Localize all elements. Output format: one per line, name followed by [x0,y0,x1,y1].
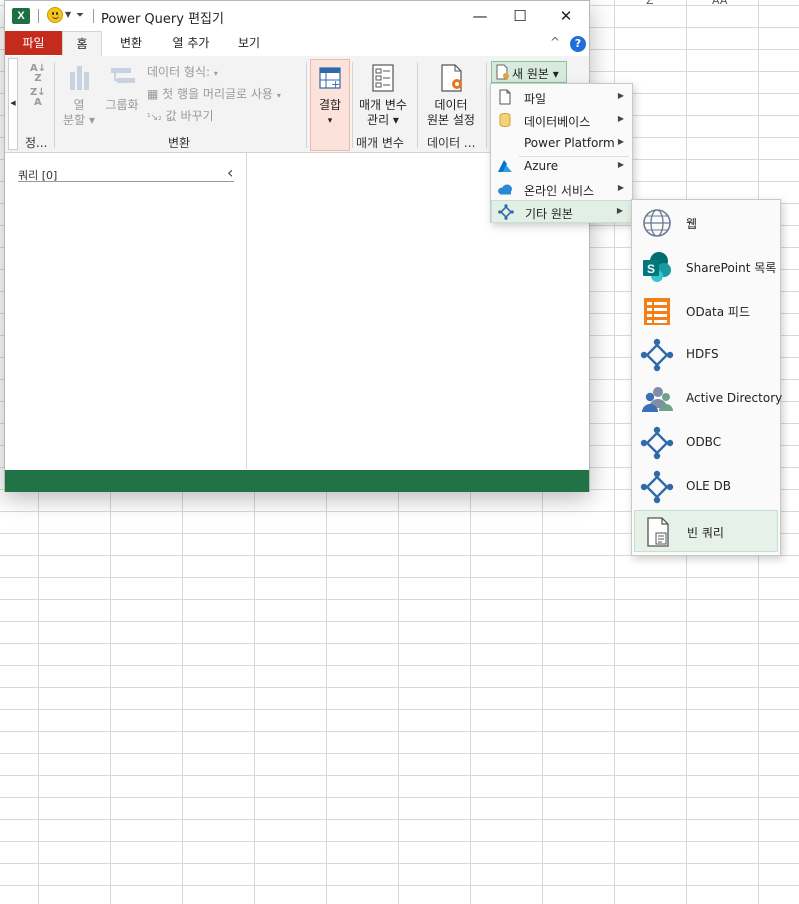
group-separator [306,62,307,148]
sort-ascending-icon: A↓ Z [30,63,47,84]
help-icon[interactable]: ? [570,36,586,52]
sort-group-label: 정... [25,136,48,150]
maximize-button[interactable]: ☐ [505,5,535,27]
tab-view[interactable]: 보기 [229,31,269,56]
data-source-settings-icon [441,64,462,92]
title-separator [38,9,39,23]
submenu-item-hdfs[interactable]: HDFS [634,334,778,376]
new-source-icon [496,64,509,80]
group-separator [54,62,55,148]
ribbon-scroll-left-button[interactable]: ◀ [8,58,18,150]
connector-icon [498,204,514,220]
data-source-settings-button[interactable]: 데이터 원본 설정 [421,62,481,128]
svg-text:+: + [331,78,340,91]
sharepoint-icon: S [643,252,671,282]
submenu-item-odata-feed[interactable]: OData 피드 [634,290,778,332]
combine-caret-icon: ▾ [327,116,333,126]
feedback-caret-icon[interactable]: ▼ [65,10,71,19]
manage-parameters-button[interactable]: 매개 변수 관리 ▾ [355,62,411,128]
manage-parameters-icon [372,64,394,92]
split-column-icon [70,66,89,90]
transform-group-label: 변환 [168,136,191,150]
feedback-smiley-icon[interactable] [47,7,63,23]
group-by-button[interactable]: 그룹화 [101,62,143,113]
other-sources-submenu: 웹 S SharePoint 목록 OData 피드 HDFS Active D… [631,199,782,556]
collapse-ribbon-icon[interactable]: ^ [550,35,560,49]
tab-home[interactable]: 홈 [62,31,102,56]
table-headers-icon: ▦ [147,87,159,101]
new-source-menu: 파일 ▶ 데이터베이스 ▶ Power Platform ▶ Azure ▶ 온라인 서… [490,83,633,223]
submenu-item-odbc[interactable]: ODBC [634,422,778,464]
blank-query-icon [647,517,669,547]
menu-item-online-services[interactable]: 온라인 서비스 ▶ [491,178,632,201]
power-query-window: X ▼ ⏷ Power Query 편집기 — ☐ ✕ 파일 홈 변환 열 추가… [4,0,590,492]
menu-item-power-platform[interactable]: Power Platform ▶ [491,132,632,155]
column-header-z[interactable]: Z [646,0,654,7]
split-column-button[interactable]: 열 분할 ▾ [62,62,96,128]
oledb-icon [640,470,674,504]
window-title: Power Query 편집기 [101,12,224,27]
parameters-group-label: 매개 변수 [356,136,404,150]
azure-icon [498,160,512,172]
combine-label: 결합 [318,98,342,112]
quick-access-customize-icon[interactable]: ⏷ [76,10,84,21]
new-source-button[interactable]: 새 원본 ▾ [491,61,567,83]
replace-values-button[interactable]: ¹↘₂ 값 바꾸기 [147,107,214,124]
menu-item-database[interactable]: 데이터베이스 ▶ [491,109,632,132]
hdfs-icon [640,338,674,372]
ribbon-tab-bar: 파일 홈 변환 열 추가 보기 ^ ? [5,31,589,56]
replace-values-icon: ¹↘₂ [147,113,162,123]
column-header-aa[interactable]: AA [712,0,727,7]
database-icon [499,113,511,127]
cloud-icon [498,184,512,195]
group-separator [417,62,418,148]
title-separator [93,9,94,23]
file-icon [499,89,511,105]
group-separator [486,62,487,148]
queries-pane: 쿼리 [0] ‹ [5,153,247,469]
active-directory-icon [642,387,673,412]
sort-descending-icon: Z↓ A [30,87,46,108]
collapse-queries-pane-icon[interactable]: ‹ [227,163,233,182]
data-type-dropdown[interactable]: 데이터 형식: ▾ [147,63,218,80]
menu-item-file[interactable]: 파일 ▶ [491,86,632,109]
menu-item-azure[interactable]: Azure ▶ [491,155,632,178]
combine-icon: + [319,67,341,91]
submenu-item-ole-db[interactable]: OLE DB [634,466,778,508]
queries-divider [18,181,234,182]
submenu-item-web[interactable]: 웹 [634,202,778,244]
data-source-group-label: 데이터 ... [427,136,476,150]
tab-transform[interactable]: 변환 [111,31,151,56]
combine-button[interactable]: + 결합 ▾ [310,59,350,151]
group-by-icon [111,68,135,83]
menu-item-other-sources[interactable]: 기타 원본 ▶ [491,200,632,223]
globe-icon [643,209,671,237]
odbc-icon [640,426,674,460]
title-bar: X ▼ ⏷ Power Query 편집기 — ☐ ✕ [5,1,589,31]
close-button[interactable]: ✕ [551,5,581,27]
submenu-item-active-directory[interactable]: Active Directory [634,378,782,420]
excel-icon: X [12,8,30,24]
tab-file[interactable]: 파일 [5,31,62,55]
odata-icon [644,298,670,325]
submenu-item-sharepoint-list[interactable]: S SharePoint 목록 [634,246,778,288]
status-bar [5,470,589,492]
use-first-row-as-headers-button[interactable]: ▦ 첫 행을 머리글로 사용 ▾ [147,85,281,102]
group-separator [352,62,353,148]
tab-add-column[interactable]: 열 추가 [165,31,217,56]
svg-text:S: S [647,262,655,276]
submenu-item-blank-query[interactable]: 빈 쿼리 [634,510,778,552]
minimize-button[interactable]: — [465,5,495,27]
